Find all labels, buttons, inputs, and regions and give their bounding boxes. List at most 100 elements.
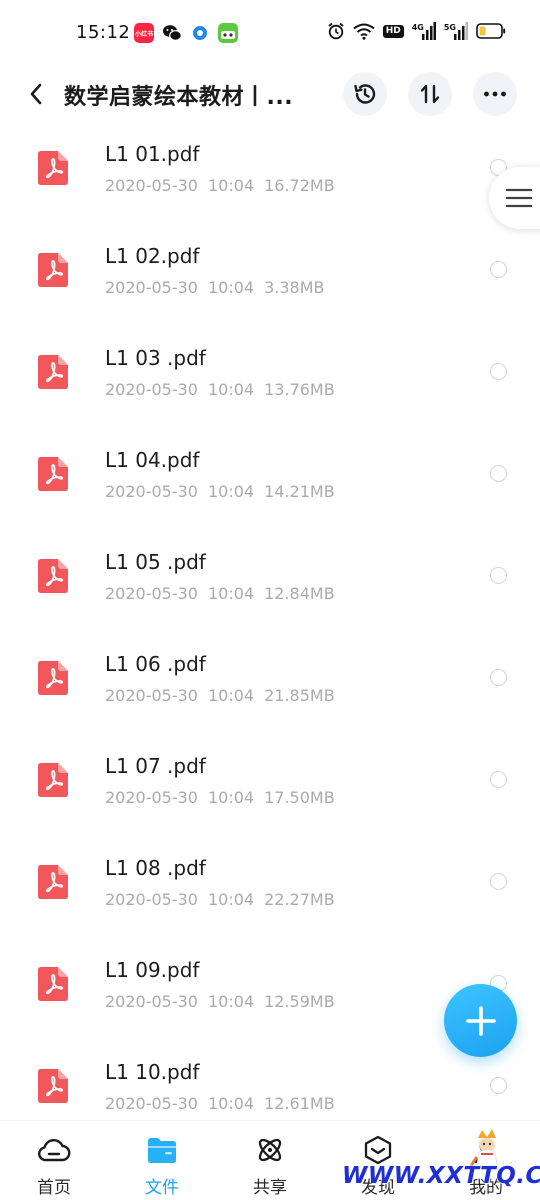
alarm-icon	[327, 22, 345, 40]
news-app-icon: 小红书	[134, 23, 154, 43]
file-size: 12.61MB	[264, 1094, 335, 1113]
mascot-icon	[469, 1129, 498, 1168]
file-name: L1 10.pdf	[105, 1060, 200, 1084]
file-size: 17.50MB	[264, 788, 335, 807]
nav-share[interactable]: 共享	[216, 1121, 324, 1200]
battery-icon	[476, 23, 506, 39]
select-radio[interactable]	[490, 1077, 507, 1094]
file-row[interactable]: L1 02.pdf 2020-05-30 10:04 3.38MB	[0, 228, 540, 330]
watermark-text: WWW.XXTTQ.COM	[342, 1163, 540, 1189]
status-indicators: HD 4G 5G	[327, 22, 506, 40]
file-size: 12.59MB	[264, 992, 335, 1011]
status-time: 15:12	[76, 22, 131, 43]
file-date: 2020-05-30	[105, 788, 198, 807]
app-bar: 数学启蒙绘本教材丨...	[0, 66, 540, 126]
file-date: 2020-05-30	[105, 380, 198, 399]
nav-home-label: 首页	[37, 1178, 71, 1198]
file-time: 10:04	[207, 788, 255, 807]
file-date: 2020-05-30	[105, 176, 198, 195]
file-name: L1 01.pdf	[105, 142, 200, 166]
file-meta: 2020-05-30 10:04 12.84MB	[105, 584, 335, 603]
file-meta: 2020-05-30 10:04 21.85MB	[105, 686, 335, 705]
nav-home[interactable]: 首页	[0, 1121, 108, 1200]
file-row[interactable]: L1 08 .pdf 2020-05-30 10:04 22.27MB	[0, 840, 540, 942]
select-radio[interactable]	[490, 465, 507, 482]
pdf-file-icon	[38, 763, 68, 797]
nav-share-label: 共享	[253, 1178, 287, 1198]
file-date: 2020-05-30	[105, 584, 198, 603]
file-row[interactable]: L1 05 .pdf 2020-05-30 10:04 12.84MB	[0, 534, 540, 636]
select-radio[interactable]	[490, 873, 507, 890]
hd-label: HD	[382, 24, 404, 38]
select-radio[interactable]	[490, 363, 507, 380]
file-time: 10:04	[207, 686, 255, 705]
file-time: 10:04	[207, 176, 255, 195]
file-meta: 2020-05-30 10:04 13.76MB	[105, 380, 335, 399]
plus-icon	[465, 1005, 496, 1036]
file-date: 2020-05-30	[105, 890, 198, 909]
file-name: L1 07 .pdf	[105, 754, 206, 778]
file-name: L1 08 .pdf	[105, 856, 206, 880]
discover-box-icon	[364, 1135, 392, 1165]
cloud-icon	[38, 1139, 71, 1162]
history-button[interactable]	[343, 72, 387, 116]
file-name: L1 05 .pdf	[105, 550, 206, 574]
file-name: L1 06 .pdf	[105, 652, 206, 676]
file-row[interactable]: L1 10.pdf 2020-05-30 10:04 12.61MB	[0, 1044, 540, 1120]
add-button[interactable]	[444, 984, 517, 1057]
pdf-file-icon	[38, 967, 68, 1001]
file-time: 10:04	[207, 584, 255, 603]
file-size: 13.76MB	[264, 380, 335, 399]
nav-files[interactable]: 文件	[108, 1121, 216, 1200]
folder-icon	[148, 1138, 176, 1163]
pdf-file-icon	[38, 253, 68, 287]
file-browser-screen: 15:12 小红书 HD 4G 5G 数学启蒙绘本教材丨... L1 01.pd…	[0, 0, 540, 1200]
file-list: L1 01.pdf 2020-05-30 10:04 16.72MB L1 02.pdf…	[0, 126, 540, 1120]
file-date: 2020-05-30	[105, 686, 198, 705]
file-meta: 2020-05-30 10:04 22.27MB	[105, 890, 335, 909]
file-row[interactable]: L1 06 .pdf 2020-05-30 10:04 21.85MB	[0, 636, 540, 738]
news-app-badge: 小红书	[134, 30, 153, 38]
pdf-file-icon	[38, 355, 68, 389]
select-radio[interactable]	[490, 669, 507, 686]
atom-icon	[258, 1138, 282, 1162]
file-name: L1 02.pdf	[105, 244, 200, 268]
file-time: 10:04	[207, 380, 255, 399]
pdf-file-icon	[38, 661, 68, 695]
wechat-icon	[162, 23, 182, 43]
chevron-left-icon	[30, 83, 42, 105]
back-button[interactable]	[18, 76, 54, 112]
select-radio[interactable]	[490, 261, 507, 278]
pdf-file-icon	[38, 559, 68, 593]
more-icon	[484, 91, 506, 97]
file-row[interactable]: L1 07 .pdf 2020-05-30 10:04 17.50MB	[0, 738, 540, 840]
status-bar: 15:12 小红书 HD 4G 5G	[0, 0, 540, 66]
file-time: 10:04	[207, 890, 255, 909]
file-date: 2020-05-30	[105, 992, 198, 1011]
file-date: 2020-05-30	[105, 1094, 198, 1113]
file-meta: 2020-05-30 10:04 16.72MB	[105, 176, 335, 195]
file-size: 12.84MB	[264, 584, 335, 603]
signal-5g-icon: 5G	[444, 22, 468, 40]
file-time: 10:04	[207, 1094, 255, 1113]
game-app-icon	[218, 23, 238, 43]
more-button[interactable]	[473, 72, 517, 116]
file-name: L1 03 .pdf	[105, 346, 206, 370]
file-name: L1 04.pdf	[105, 448, 200, 472]
sort-icon	[420, 84, 440, 104]
pdf-file-icon	[38, 865, 68, 899]
file-row[interactable]: L1 01.pdf 2020-05-30 10:04 16.72MB	[0, 126, 540, 228]
status-app-icons: 小红书	[134, 23, 238, 43]
sort-button[interactable]	[408, 72, 452, 116]
hd-icon: HD	[382, 24, 404, 38]
file-row[interactable]: L1 03 .pdf 2020-05-30 10:04 13.76MB	[0, 330, 540, 432]
history-icon	[354, 84, 376, 104]
pdf-file-icon	[38, 151, 68, 185]
qq-browser-icon	[190, 23, 210, 43]
file-row[interactable]: L1 04.pdf 2020-05-30 10:04 14.21MB	[0, 432, 540, 534]
file-name: L1 09.pdf	[105, 958, 200, 982]
select-radio[interactable]	[490, 567, 507, 584]
select-radio[interactable]	[490, 771, 507, 788]
file-time: 10:04	[207, 278, 255, 297]
file-meta: 2020-05-30 10:04 3.38MB	[105, 278, 325, 297]
